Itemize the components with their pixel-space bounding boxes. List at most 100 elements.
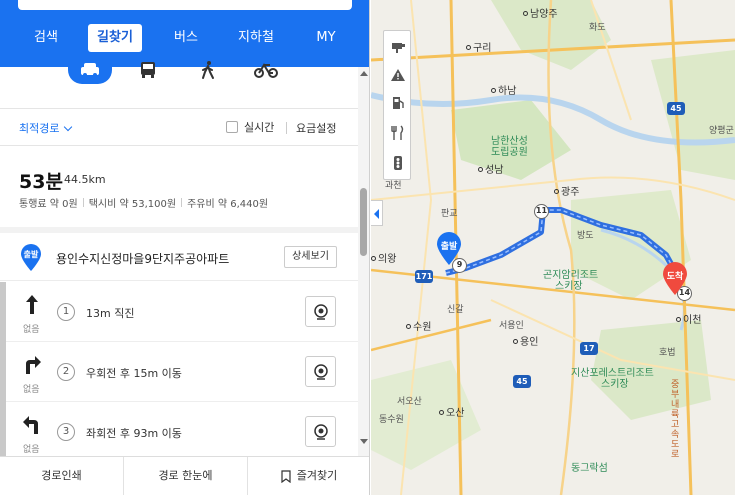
- highway-marker: 45: [513, 375, 531, 388]
- fare-settings-link[interactable]: 요금설정: [296, 120, 336, 136]
- detail-view-button[interactable]: 상세보기: [284, 246, 337, 268]
- map-label: 하남: [491, 82, 516, 97]
- cctv-icon: [392, 43, 405, 53]
- map-label: 판교: [441, 209, 458, 219]
- right-turn-arrow-icon: [26, 356, 41, 374]
- end-pin-label: 도착: [666, 272, 684, 282]
- bus-icon: [141, 62, 155, 78]
- route-type-dropdown[interactable]: 최적경로: [19, 120, 73, 136]
- highway-marker: 171: [415, 270, 433, 283]
- street-view-button[interactable]: [305, 296, 336, 327]
- gas-station-icon: [393, 97, 404, 109]
- map-label: 서용인: [499, 321, 524, 331]
- car-mode-button[interactable]: [68, 56, 112, 84]
- realtime-toggle[interactable]: 실시간: [226, 119, 274, 135]
- step-sub-label: 없음: [23, 385, 40, 395]
- search-box[interactable]: [18, 0, 352, 10]
- walk-icon: [202, 61, 214, 79]
- map-label: 동수원: [379, 415, 404, 425]
- bike-mode-button[interactable]: [244, 56, 288, 84]
- accident-button[interactable]: [384, 61, 412, 89]
- highway-marker: 45: [667, 102, 685, 115]
- chevron-left-icon: [374, 209, 379, 219]
- panel-collapse-button[interactable]: [371, 200, 383, 226]
- print-route-button[interactable]: 경로인쇄: [0, 457, 123, 495]
- camera-view-icon: [313, 363, 328, 380]
- traffic-light-button[interactable]: [384, 149, 412, 177]
- map-label: 호법: [659, 348, 676, 358]
- tab-subway[interactable]: 지하철: [228, 24, 284, 52]
- bike-icon: [254, 63, 278, 78]
- gas-station-button[interactable]: [384, 89, 412, 117]
- bookmark-label: 즐겨찾기: [296, 469, 338, 482]
- camera-view-icon: [313, 423, 328, 440]
- route-distance: 44.5km: [64, 173, 106, 186]
- car-icon: [81, 63, 99, 77]
- map-label: 양평군: [709, 126, 734, 136]
- highway-marker: 17: [580, 342, 598, 355]
- map-view[interactable]: 남양주 화도 구리 하남 남한산성 도립공원 성남 광주 판교 의왕 수원 신갈…: [371, 0, 735, 495]
- step-instruction: 우회전 후 15m 이동: [86, 367, 182, 380]
- map-label: 서오산: [397, 397, 422, 407]
- traffic-light-icon: [394, 156, 402, 170]
- origin-pin-icon: 출발: [19, 244, 43, 275]
- cctv-button[interactable]: [384, 33, 412, 61]
- origin-name: 용인수지신정마을9단지주공아파트: [56, 252, 230, 266]
- street-view-button[interactable]: [305, 416, 336, 447]
- bookmark-button[interactable]: 즐겨찾기: [248, 457, 369, 495]
- route-step[interactable]: 없음 3 좌회전 후 93m 이동: [6, 402, 358, 456]
- map-label: 스키장: [555, 281, 583, 292]
- map-label: 성남: [478, 161, 503, 176]
- map-label: 오산: [439, 404, 464, 419]
- step-sub-label: 없음: [23, 445, 40, 455]
- toll-cost: 통행료 약 0원: [19, 199, 78, 210]
- scroll-down-arrow-icon[interactable]: [360, 439, 368, 444]
- route-waypoint-marker: 11: [534, 204, 549, 219]
- map-label: 화도: [589, 23, 606, 33]
- bookmark-icon: [281, 469, 291, 483]
- step-number: 3: [57, 423, 75, 441]
- map-label: 수원: [406, 318, 431, 333]
- step-instruction: 13m 직진: [86, 307, 135, 320]
- bottom-action-bar: 경로인쇄 경로 한눈에 즐겨찾기: [0, 456, 369, 495]
- route-duration: 53분: [19, 171, 63, 193]
- divider: [286, 122, 287, 134]
- expressway-label: 중부내륙고속도로: [671, 380, 680, 460]
- route-overview-button[interactable]: 경로 한눈에: [124, 457, 247, 495]
- camera-view-icon: [313, 303, 328, 320]
- walk-mode-button[interactable]: [186, 56, 230, 84]
- panel-scrollbar[interactable]: [358, 67, 369, 456]
- tab-directions[interactable]: 길찾기: [88, 24, 142, 52]
- transport-modes: [0, 52, 369, 86]
- map-label: 동그락섬: [571, 463, 608, 474]
- step-number: 1: [57, 303, 75, 321]
- step-instruction: 좌회전 후 93m 이동: [86, 427, 182, 440]
- taxi-cost: 택시비 약 53,100원: [88, 199, 177, 210]
- street-view-button[interactable]: [305, 356, 336, 387]
- route-panel: 검색 길찾기 버스 지하철 MY 최적경로 실시간 요금설정 53분 44.5k…: [0, 0, 370, 495]
- scroll-up-arrow-icon[interactable]: [360, 71, 368, 76]
- transit-mode-button[interactable]: [126, 56, 170, 84]
- tab-bus[interactable]: 버스: [162, 24, 210, 52]
- map-label: 의왕: [371, 250, 396, 265]
- map-label: 방도: [577, 231, 594, 241]
- route-step[interactable]: 없음 1 13m 직진: [6, 282, 358, 342]
- scroll-thumb[interactable]: [360, 188, 367, 256]
- restaurant-button[interactable]: [384, 119, 412, 147]
- realtime-checkbox[interactable]: [226, 121, 238, 133]
- left-turn-arrow-icon: [23, 416, 38, 434]
- map-label: 용인: [513, 333, 538, 348]
- map-label: 도립공원: [491, 147, 528, 158]
- map-label: 광주: [554, 183, 579, 198]
- map-label: 스키장: [601, 379, 629, 390]
- main-tabs: 검색 길찾기 버스 지하철 MY: [0, 24, 369, 52]
- cost-summary: 통행료 약 0원 택시비 약 53,100원 주유비 약 6,440원: [19, 195, 268, 210]
- route-step[interactable]: 없음 2 우회전 후 15m 이동: [6, 342, 358, 402]
- tab-my[interactable]: MY: [304, 24, 348, 52]
- origin-pin-label: 출발: [23, 250, 39, 259]
- map-label: 이천: [676, 311, 701, 326]
- chevron-down-icon: [64, 122, 73, 132]
- tab-search[interactable]: 검색: [22, 24, 70, 52]
- map-label: 남양주: [523, 5, 558, 20]
- route-summary: 53분 44.5km 통행료 약 0원 택시비 약 53,100원 주유비 약 6,…: [0, 147, 358, 233]
